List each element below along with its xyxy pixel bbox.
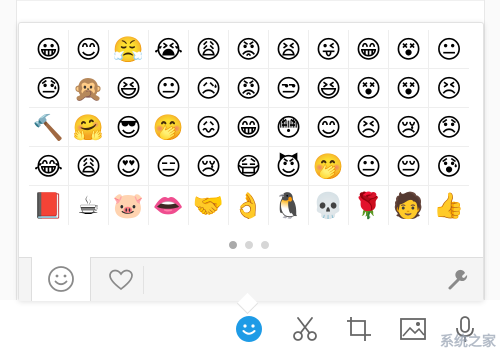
emoji-cell[interactable]: 😒: [269, 69, 309, 108]
emoji-cell[interactable]: 😑: [149, 147, 189, 186]
left-edge: [0, 0, 17, 300]
emoji-cell[interactable]: 😵: [389, 69, 429, 108]
wrench-icon: [448, 269, 468, 289]
emoji-cell[interactable]: 🤗: [69, 108, 109, 147]
emoji-cell[interactable]: 😤: [109, 30, 149, 69]
chat-toolbar: [0, 310, 500, 350]
emoji-cell[interactable]: 😆: [109, 69, 149, 108]
emoji-cell[interactable]: 😣: [429, 69, 469, 108]
emoji-cell[interactable]: 😈: [269, 147, 309, 186]
watermark: 系统之家: [440, 334, 496, 350]
emoji-cell[interactable]: 😵: [349, 69, 389, 108]
emoji-cell[interactable]: 😩: [189, 30, 229, 69]
emoji-cell[interactable]: 😊: [69, 30, 109, 69]
emoji-cell[interactable]: 🤭: [149, 108, 189, 147]
tab-favorites[interactable]: [99, 258, 143, 301]
emoji-button[interactable]: [230, 310, 268, 348]
emoji-panel: 😀 😊 😤 😭 😩 😡 😫 😜 😁 😵 😐 😓 🙊 😆 😐 😥 😡 😒 😆 😵 😵 😣 🔨 🤗 😎 🤭 😖 😁 😳 😊 😣 😢 😞 😂 😩 😍 😑 😢 😷 😈…: [18, 22, 484, 301]
emoji-settings-button[interactable]: [443, 258, 473, 301]
emoji-cell[interactable]: 😎: [109, 108, 149, 147]
emoji-cell[interactable]: 👍: [429, 186, 469, 225]
emoji-cell[interactable]: 😐: [149, 69, 189, 108]
emoji-cell[interactable]: 👄: [149, 186, 189, 225]
emoji-cell[interactable]: 🤭: [309, 147, 349, 186]
page-dot-2[interactable]: [245, 241, 253, 249]
emoji-cell[interactable]: 😐: [429, 30, 469, 69]
emoji-cell[interactable]: 😍: [109, 147, 149, 186]
page-dot-1[interactable]: [229, 241, 237, 249]
emoji-cell[interactable]: 😳: [269, 108, 309, 147]
send-image-button[interactable]: [394, 310, 432, 348]
emoji-cell[interactable]: 🤝: [189, 186, 229, 225]
emoji-icon: [236, 316, 262, 342]
screenshot-icon: [347, 317, 371, 341]
right-edge: [484, 0, 500, 300]
panel-tab-bar: [19, 257, 483, 301]
emoji-cell[interactable]: 👌: [229, 186, 269, 225]
page-indicator: [229, 241, 269, 249]
emoji-cell[interactable]: 😢: [189, 147, 229, 186]
emoji-cell[interactable]: 💀: [309, 186, 349, 225]
emoji-cell[interactable]: 😰: [429, 147, 469, 186]
emoji-cell[interactable]: 😜: [309, 30, 349, 69]
emoji-cell[interactable]: 😀: [29, 30, 69, 69]
emoji-cell[interactable]: 😊: [309, 108, 349, 147]
emoji-cell[interactable]: 😡: [229, 30, 269, 69]
scissors-icon: [293, 317, 317, 341]
smiley-outline-icon: [48, 266, 74, 292]
emoji-cell[interactable]: 😥: [189, 69, 229, 108]
emoji-cell[interactable]: 🔨: [29, 108, 69, 147]
tab-separator: [143, 266, 144, 294]
emoji-cell[interactable]: 😆: [309, 69, 349, 108]
capture-button[interactable]: [340, 310, 378, 348]
emoji-cell[interactable]: 😓: [29, 69, 69, 108]
emoji-cell[interactable]: 😷: [229, 147, 269, 186]
emoji-cell[interactable]: 😁: [229, 108, 269, 147]
emoji-cell[interactable]: 😁: [349, 30, 389, 69]
emoji-cell[interactable]: 😖: [189, 108, 229, 147]
page-dot-3[interactable]: [261, 241, 269, 249]
heart-outline-icon: [109, 269, 133, 290]
emoji-cell[interactable]: 🌹: [349, 186, 389, 225]
emoji-cell[interactable]: 😔: [389, 147, 429, 186]
emoji-cell[interactable]: 😂: [29, 147, 69, 186]
emoji-cell[interactable]: 😞: [429, 108, 469, 147]
emoji-cell[interactable]: 🧑: [389, 186, 429, 225]
emoji-cell[interactable]: 😐: [349, 147, 389, 186]
emoji-cell[interactable]: 🐷: [109, 186, 149, 225]
emoji-cell[interactable]: 🐧: [269, 186, 309, 225]
image-icon: [400, 318, 426, 340]
emoji-cell[interactable]: 🙊: [69, 69, 109, 108]
tab-emoji[interactable]: [31, 257, 91, 301]
emoji-cell[interactable]: 😵: [389, 30, 429, 69]
window-top-edge: [0, 0, 500, 1]
emoji-grid: 😀 😊 😤 😭 😩 😡 😫 😜 😁 😵 😐 😓 🙊 😆 😐 😥 😡 😒 😆 😵 😵 😣 🔨 🤗 😎 🤭 😖 😁 😳 😊 😣 😢 😞 😂 😩 😍 😑 😢 😷 😈…: [29, 30, 469, 225]
emoji-cell[interactable]: 😡: [229, 69, 269, 108]
emoji-cell[interactable]: 😭: [149, 30, 189, 69]
emoji-cell[interactable]: 📕: [29, 186, 69, 225]
screenshot-cut-button[interactable]: [286, 310, 324, 348]
emoji-cell[interactable]: 😣: [349, 108, 389, 147]
emoji-cell[interactable]: 😩: [69, 147, 109, 186]
emoji-cell[interactable]: ☕: [69, 186, 109, 225]
emoji-cell[interactable]: 😢: [389, 108, 429, 147]
emoji-cell[interactable]: 😫: [269, 30, 309, 69]
